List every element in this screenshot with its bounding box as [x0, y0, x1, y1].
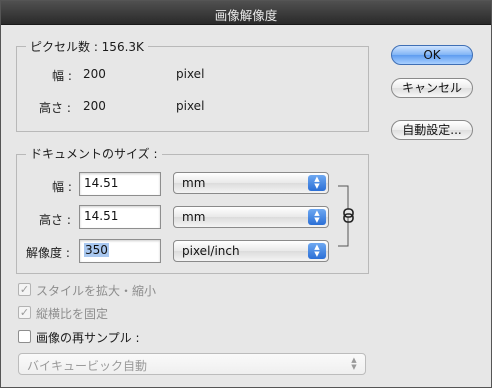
doc-width-label: 幅 : — [52, 180, 72, 194]
cancel-button[interactable]: キャンセル — [391, 78, 473, 98]
image-size-dialog: 画像解像度 ピクセル数 : 156.3K 幅 : 200 pixel 高さ : … — [0, 0, 492, 388]
doc-width-input[interactable]: 14.51 — [79, 172, 161, 196]
constrain-link-icon — [338, 185, 354, 247]
pixel-width-label: 幅 : — [52, 69, 72, 83]
pixel-size-group — [16, 46, 369, 132]
resample-checkbox[interactable] — [18, 330, 31, 343]
pixel-width-value: 200 — [83, 67, 106, 81]
updown-arrows-icon: ▲ ▼ — [308, 175, 326, 191]
doc-width-unit-select[interactable]: mm ▲ ▼ — [173, 172, 329, 194]
constrain-label: 縦横比を固定 — [36, 307, 109, 321]
document-size-legend: ドキュメントのサイズ : — [26, 145, 162, 162]
resolution-label: 解像度 : — [26, 246, 70, 260]
pixel-width-unit: pixel — [176, 67, 205, 81]
doc-height-label: 高さ : — [39, 213, 71, 227]
auto-button[interactable]: 自動設定... — [391, 120, 473, 140]
window-title: 画像解像度 — [214, 8, 278, 23]
doc-width-unit-label: mm — [182, 176, 206, 190]
resolution-unit-label: pixel/inch — [182, 244, 240, 258]
doc-height-input[interactable]: 14.51 — [79, 205, 161, 229]
resolution-input[interactable]: 350 — [79, 239, 161, 263]
resample-method-label: バイキュービック自動 — [27, 359, 148, 373]
updown-arrows-icon: ▲ ▼ — [308, 209, 326, 225]
doc-height-value: 14.51 — [84, 209, 119, 223]
resolution-unit-select[interactable]: pixel/inch ▲ ▼ — [173, 240, 329, 262]
constrain-checkbox[interactable]: ✓ — [18, 306, 31, 319]
doc-height-unit-select[interactable]: mm ▲ ▼ — [173, 206, 329, 228]
doc-width-value: 14.51 — [84, 176, 119, 190]
title-bar: 画像解像度 — [1, 1, 491, 25]
doc-height-unit-label: mm — [182, 210, 206, 224]
scale-styles-label: スタイルを拡大・縮小 — [36, 284, 157, 298]
ok-button[interactable]: OK — [391, 45, 473, 65]
pixel-size-legend: ピクセル数 : 156.3K — [26, 38, 148, 55]
resample-label: 画像の再サンプル : — [36, 331, 140, 345]
updown-arrows-icon: ▲ ▼ — [308, 243, 326, 259]
pixel-height-unit: pixel — [176, 99, 205, 113]
resolution-value: 350 — [84, 243, 109, 257]
pixel-height-label: 高さ : — [39, 101, 71, 115]
scale-styles-checkbox[interactable]: ✓ — [18, 283, 31, 296]
resample-method-select[interactable]: バイキュービック自動 ▲ ▼ — [18, 353, 366, 375]
pixel-height-value: 200 — [83, 99, 106, 113]
updown-arrows-icon: ▲ ▼ — [351, 356, 357, 371]
